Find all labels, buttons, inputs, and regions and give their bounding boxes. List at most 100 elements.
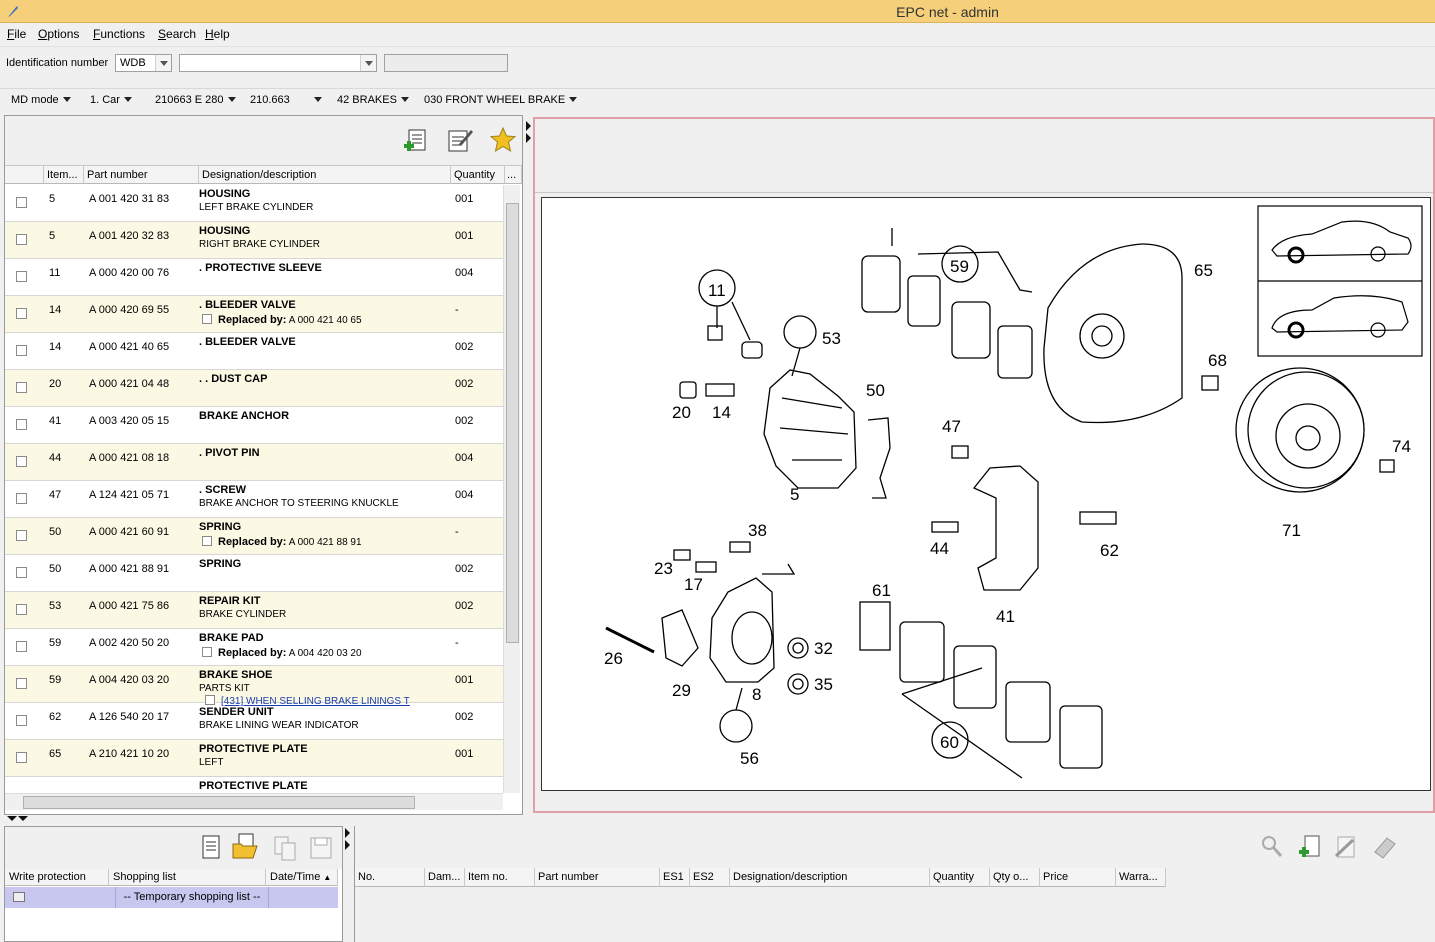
row-checkbox[interactable] bbox=[16, 308, 27, 319]
callout-71[interactable]: 71 bbox=[1282, 521, 1301, 540]
callout-61[interactable]: 61 bbox=[872, 581, 891, 600]
replacement-part-number[interactable]: A 000 421 40 65 bbox=[289, 315, 362, 326]
callout-60[interactable]: 60 bbox=[940, 733, 959, 752]
replacement-checkbox[interactable] bbox=[202, 536, 212, 546]
open-folder-icon[interactable] bbox=[231, 832, 259, 860]
col-cart-quantity[interactable]: Quantity bbox=[930, 868, 990, 887]
callout-44[interactable]: 44 bbox=[930, 539, 949, 558]
col-date-time[interactable]: Date/Time ▲ bbox=[266, 869, 338, 886]
table-row[interactable]: 65 A 210 421 10 20 PROTECTIVE PLATE LEFT 001 bbox=[5, 740, 503, 777]
row-checkbox[interactable] bbox=[16, 419, 27, 430]
menu-file[interactable]: File bbox=[7, 27, 26, 41]
callout-53[interactable]: 53 bbox=[822, 329, 841, 348]
table-row[interactable]: 5 A 001 420 31 83 HOUSING LEFT BRAKE CYLIND… bbox=[5, 185, 503, 222]
table-row[interactable]: 14 A 000 420 69 55 . BLEEDER VALVE Replaced… bbox=[5, 296, 503, 333]
collapse-arrow-icon[interactable] bbox=[526, 121, 531, 131]
panel-splitter[interactable] bbox=[524, 115, 532, 815]
chevron-down-icon[interactable] bbox=[155, 55, 171, 71]
row-checkbox[interactable] bbox=[16, 715, 27, 726]
callout-26[interactable]: 26 bbox=[604, 649, 623, 668]
row-checkbox[interactable] bbox=[16, 530, 27, 541]
collapse-arrow-icon[interactable] bbox=[345, 828, 350, 838]
callout-68[interactable]: 68 bbox=[1208, 351, 1227, 370]
table-row[interactable]: 62 A 126 540 20 17 SENDER UNIT BRAKE LINING… bbox=[5, 703, 503, 740]
edit-notes-icon[interactable] bbox=[446, 126, 474, 154]
nav-mode[interactable]: MD mode bbox=[11, 94, 71, 106]
callout-59[interactable]: 59 bbox=[950, 257, 969, 276]
table-row[interactable]: 47 A 124 421 05 71 . SCREW BRAKE ANCHOR TO … bbox=[5, 481, 503, 518]
table-row[interactable]: 59 A 004 420 03 20 BRAKE SHOE PARTS KIT [431… bbox=[5, 666, 503, 707]
parts-vertical-scrollbar[interactable] bbox=[503, 185, 520, 793]
row-checkbox[interactable] bbox=[16, 234, 27, 245]
replacement-part-number[interactable]: A 000 421 88 91 bbox=[289, 537, 362, 548]
callout-29[interactable]: 29 bbox=[672, 681, 691, 700]
callout-35[interactable]: 35 bbox=[814, 675, 833, 694]
col-item-no[interactable]: Item no. bbox=[465, 868, 535, 887]
row-checkbox[interactable] bbox=[16, 604, 27, 615]
collapse-arrow-icon[interactable] bbox=[345, 840, 350, 850]
col-part-number[interactable]: Part number bbox=[84, 166, 199, 184]
table-row[interactable]: 5 A 001 420 32 83 HOUSING RIGHT BRAKE CYLIN… bbox=[5, 222, 503, 259]
nav-chassis[interactable]: 210.663 bbox=[250, 94, 322, 106]
row-checkbox[interactable] bbox=[16, 271, 27, 282]
table-row[interactable]: 50 A 000 421 60 91 SPRING Replaced by: A 00… bbox=[5, 518, 503, 555]
favorite-star-icon[interactable] bbox=[489, 126, 517, 154]
identification-number-input[interactable] bbox=[179, 54, 377, 72]
table-row[interactable]: 11 A 000 420 00 76 . PROTECTIVE SLEEVE 004 bbox=[5, 259, 503, 296]
collapse-arrow-icon[interactable] bbox=[18, 816, 28, 821]
col-more[interactable]: ... bbox=[505, 166, 522, 184]
col-cart-part-number[interactable]: Part number bbox=[535, 868, 660, 887]
callout-62[interactable]: 62 bbox=[1100, 541, 1119, 560]
add-to-list-icon[interactable] bbox=[402, 127, 430, 155]
col-damage[interactable]: Dam... bbox=[425, 868, 465, 887]
row-checkbox[interactable] bbox=[16, 752, 27, 763]
row-checkbox[interactable] bbox=[16, 678, 27, 689]
col-cart-designation[interactable]: Designation/description bbox=[730, 868, 930, 887]
col-write-protection[interactable]: Write protection bbox=[5, 869, 109, 886]
nav-subgroup[interactable]: 030 FRONT WHEEL BRAKE bbox=[424, 94, 578, 106]
callout-14[interactable]: 14 bbox=[712, 403, 731, 422]
callout-8[interactable]: 8 bbox=[752, 685, 761, 704]
bottom-splitter[interactable] bbox=[0, 815, 1435, 823]
menu-functions[interactable]: Functions bbox=[93, 27, 145, 41]
table-row[interactable]: 41 A 003 420 05 15 BRAKE ANCHOR 002 bbox=[5, 407, 503, 444]
callout-38[interactable]: 38 bbox=[748, 521, 767, 540]
row-checkbox[interactable] bbox=[16, 345, 27, 356]
table-row[interactable]: 50 A 000 421 88 91 SPRING 002 bbox=[5, 555, 503, 592]
nav-group[interactable]: 42 BRAKES bbox=[337, 94, 409, 106]
callout-56[interactable]: 56 bbox=[740, 749, 759, 768]
row-checkbox[interactable] bbox=[16, 567, 27, 578]
callout-11[interactable]: 11 bbox=[708, 281, 726, 300]
row-checkbox[interactable] bbox=[16, 197, 27, 208]
replacement-checkbox[interactable] bbox=[202, 314, 212, 324]
vin-prefix-select[interactable]: WDB bbox=[115, 54, 172, 72]
col-shopping-list[interactable]: Shopping list bbox=[109, 869, 266, 886]
table-row[interactable]: 59 A 002 420 50 20 BRAKE PAD Replaced by: A… bbox=[5, 629, 503, 666]
menu-help[interactable]: Help bbox=[205, 27, 230, 41]
menu-options[interactable]: Options bbox=[38, 27, 79, 41]
col-qty-ordered[interactable]: Qty o... bbox=[990, 868, 1040, 887]
callout-17[interactable]: 17 bbox=[684, 575, 703, 594]
callout-32[interactable]: 32 bbox=[814, 639, 833, 658]
parts-horizontal-scrollbar[interactable] bbox=[5, 793, 503, 810]
col-price[interactable]: Price bbox=[1040, 868, 1116, 887]
col-designation[interactable]: Designation/description bbox=[199, 166, 451, 184]
col-quantity[interactable]: Quantity bbox=[451, 166, 505, 184]
nav-vehicle-type[interactable]: 1. Car bbox=[90, 94, 132, 106]
callout-47[interactable]: 47 bbox=[942, 417, 961, 436]
table-row[interactable]: 53 A 000 421 75 86 REPAIR KIT BRAKE CYLINDE… bbox=[5, 592, 503, 629]
new-list-icon[interactable] bbox=[197, 833, 225, 861]
table-row[interactable]: 14 A 000 421 40 65 . BLEEDER VALVE 002 bbox=[5, 333, 503, 370]
row-checkbox[interactable] bbox=[16, 456, 27, 467]
table-row[interactable]: 44 A 000 421 08 18 . PIVOT PIN 004 bbox=[5, 444, 503, 481]
bottom-vertical-splitter[interactable] bbox=[343, 826, 353, 942]
collapse-arrow-icon[interactable] bbox=[526, 133, 531, 143]
brake-diagram-svg[interactable]: 5 8 11 14 17 20 23 26 29 32 35 38 41 44 47 50 53 56 59 60 61… bbox=[542, 198, 1430, 790]
col-warranty[interactable]: Warra... bbox=[1116, 868, 1166, 887]
callout-74[interactable]: 74 bbox=[1392, 437, 1411, 456]
replacement-checkbox[interactable] bbox=[202, 647, 212, 657]
add-item-icon[interactable] bbox=[1297, 834, 1323, 860]
chevron-down-icon[interactable] bbox=[360, 55, 376, 71]
scrollbar-thumb[interactable] bbox=[23, 796, 415, 809]
nav-model[interactable]: 210663 E 280 bbox=[155, 94, 236, 106]
